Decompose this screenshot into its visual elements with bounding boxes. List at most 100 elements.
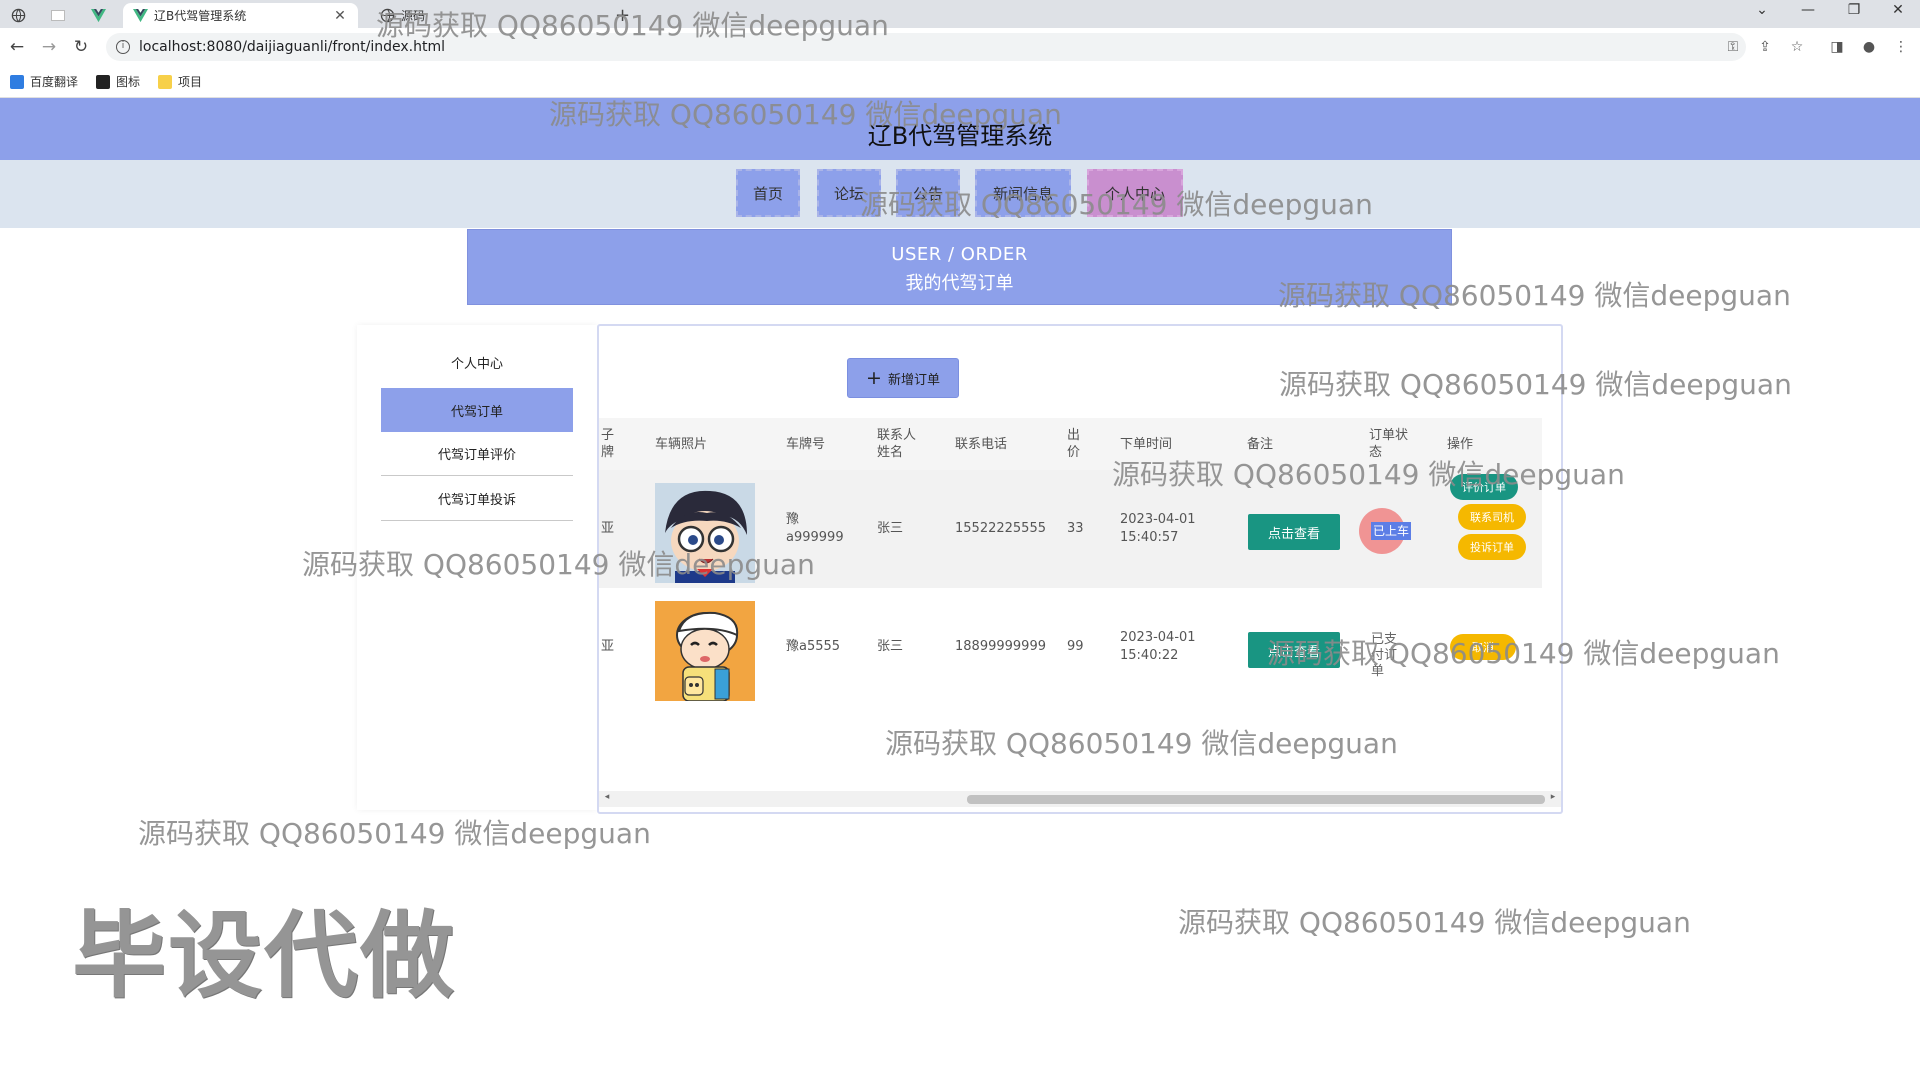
view-note-button[interactable]: 点击查看: [1248, 632, 1340, 668]
sidepanel-icon[interactable]: ◨: [1826, 39, 1848, 55]
reload-icon[interactable]: ↻: [70, 37, 92, 57]
translate-icon: [10, 74, 24, 89]
scroll-left-icon[interactable]: ◂: [601, 792, 613, 802]
tab-blank[interactable]: [48, 3, 74, 28]
cancel-order-button[interactable]: 取消: [1450, 634, 1516, 660]
sidebar-item-reviews[interactable]: 代驾订单评价: [381, 432, 573, 476]
col-note: 备注: [1247, 436, 1274, 452]
sidebar-item-orders[interactable]: 代驾订单: [381, 388, 573, 432]
key-icon[interactable]: ⚿: [1722, 39, 1744, 55]
tab-title: 辽B代驾管理系统: [154, 9, 247, 23]
cell-price: 33: [1067, 521, 1084, 536]
order-date: 2023-04-01: [1120, 512, 1196, 527]
complain-order-button[interactable]: 投诉订单: [1458, 534, 1526, 560]
tab-title: 源码: [401, 9, 426, 23]
url-field[interactable]: i localhost:8080/daijiaguanli/front/inde…: [106, 33, 1746, 61]
contact-driver-button[interactable]: 联系司机: [1458, 504, 1526, 530]
tab-vue[interactable]: [88, 3, 114, 28]
boy-avatar-image: [655, 601, 755, 701]
col-price: 出价: [1067, 428, 1081, 460]
main-nav: 首页 论坛 公告 新闻信息 个人中心: [0, 160, 1920, 228]
bookmark-label: 图标: [116, 75, 141, 89]
scroll-right-icon[interactable]: ▸: [1547, 792, 1559, 802]
restore-icon[interactable]: ❐: [1832, 2, 1876, 18]
nav-forum[interactable]: 论坛: [817, 169, 881, 217]
bookmark-item[interactable]: 百度翻译: [10, 73, 78, 90]
menu-icon[interactable]: ⋮: [1890, 39, 1912, 55]
view-note-button[interactable]: 点击查看: [1248, 514, 1340, 550]
sidebar-item-profile[interactable]: 个人中心: [381, 340, 573, 384]
review-order-button[interactable]: 评价订单: [1450, 474, 1518, 500]
bookmark-label: 项目: [178, 75, 203, 89]
cell-phone: 15522225555: [955, 521, 1046, 536]
forward-icon[interactable]: →: [38, 37, 60, 57]
banner-title: 我的代驾订单: [905, 273, 1014, 294]
bookmarks-bar: 百度翻译 图标 项目: [0, 66, 1920, 98]
browser-tab-bar: 辽B代驾管理系统 ✕ 源码 + ⌄ — ❐ ✕: [0, 0, 1920, 28]
table-row: 亚 豫a999999 张三 15522225555 33 2023-04-01 …: [599, 470, 1542, 588]
image-icon: [96, 74, 111, 89]
tab-second[interactable]: 源码: [370, 3, 580, 28]
nav-news[interactable]: 新闻信息: [975, 169, 1071, 217]
user-sidebar: 个人中心 代驾订单 代驾订单评价 代驾订单投诉: [357, 325, 597, 810]
status-badge: 已上车: [1371, 522, 1412, 540]
col-status: 订单状态: [1369, 428, 1409, 460]
tab-globe-icon[interactable]: [8, 3, 34, 28]
cell-plate: 豫a999999: [786, 512, 844, 545]
bookmark-item[interactable]: 项目: [158, 73, 202, 90]
address-bar: ← → ↻ i localhost:8080/daijiaguanli/fron…: [0, 28, 1920, 66]
watermark-text: 源码获取 QQ86050149 微信deepguan: [1178, 906, 1691, 939]
close-icon[interactable]: ✕: [332, 8, 348, 24]
cell-brand: 亚: [601, 639, 615, 654]
minimize-icon[interactable]: —: [1786, 2, 1830, 18]
nav-user-center[interactable]: 个人中心: [1087, 169, 1183, 217]
new-tab-button[interactable]: +: [615, 3, 630, 28]
bookmark-item[interactable]: 图标: [96, 73, 140, 90]
table-header: 子牌 车辆照片 车牌号 联系人姓名 联系电话 出价 下单时间 备注 订单状态 操…: [599, 418, 1542, 470]
cell-time: 2023-04-01 15:40:57: [1120, 470, 1196, 588]
order-time: 15:40:57: [1120, 530, 1179, 545]
scroll-thumb[interactable]: [967, 795, 1545, 804]
col-plate: 车牌号: [786, 436, 826, 452]
site-title: 辽B代驾管理系统: [867, 122, 1053, 150]
share-icon[interactable]: ⇪: [1754, 39, 1776, 55]
col-photo: 车辆照片: [655, 436, 708, 452]
tab-active[interactable]: 辽B代驾管理系统 ✕: [123, 3, 358, 28]
cell-brand: 亚: [601, 521, 615, 536]
page-icon: [51, 10, 65, 21]
detective-avatar-image: [655, 483, 755, 583]
close-window-icon[interactable]: ✕: [1876, 2, 1920, 18]
vue-icon: [90, 8, 106, 23]
globe-icon: [11, 8, 25, 23]
info-icon[interactable]: i: [116, 40, 130, 54]
star-icon[interactable]: ☆: [1786, 39, 1808, 55]
cell-contact: 张三: [877, 639, 904, 654]
order-time: 15:40:22: [1120, 648, 1179, 663]
banner-subtitle: USER / ORDER: [891, 244, 1028, 265]
col-actions: 操作: [1447, 436, 1474, 452]
col-brand: 子牌: [601, 428, 615, 460]
order-date: 2023-04-01: [1120, 630, 1196, 645]
orders-panel: + 新增订单 子牌 车辆照片 车牌号 联系人姓名 联系电话 出价 下单时间 备注…: [597, 324, 1563, 814]
bookmark-label: 百度翻译: [30, 75, 79, 89]
car-photo[interactable]: [655, 601, 755, 701]
col-contact: 联系人姓名: [877, 428, 917, 460]
status-badge: 已支付订单: [1371, 632, 1398, 679]
folder-icon: [158, 74, 173, 89]
nav-home[interactable]: 首页: [736, 169, 800, 217]
nav-notice[interactable]: 公告: [896, 169, 960, 217]
car-photo[interactable]: [655, 483, 755, 583]
horizontal-scrollbar[interactable]: ◂ ▸: [599, 791, 1561, 807]
globe-icon: [380, 8, 395, 23]
sidebar-item-complaints[interactable]: 代驾订单投诉: [381, 477, 573, 521]
tab-search-icon[interactable]: ⌄: [1740, 2, 1784, 18]
vue-icon: [133, 8, 148, 23]
cell-time: 2023-04-01 15:40:22: [1120, 588, 1196, 706]
page-banner: USER / ORDER 我的代驾订单: [467, 229, 1452, 305]
profile-icon[interactable]: ●: [1858, 39, 1880, 55]
back-icon[interactable]: ←: [6, 37, 28, 57]
add-order-button[interactable]: + 新增订单: [847, 358, 959, 398]
url-text: localhost:8080/daijiaguanli/front/index.…: [139, 39, 445, 55]
site-header: 辽B代驾管理系统: [0, 98, 1920, 160]
col-time: 下单时间: [1120, 436, 1173, 452]
